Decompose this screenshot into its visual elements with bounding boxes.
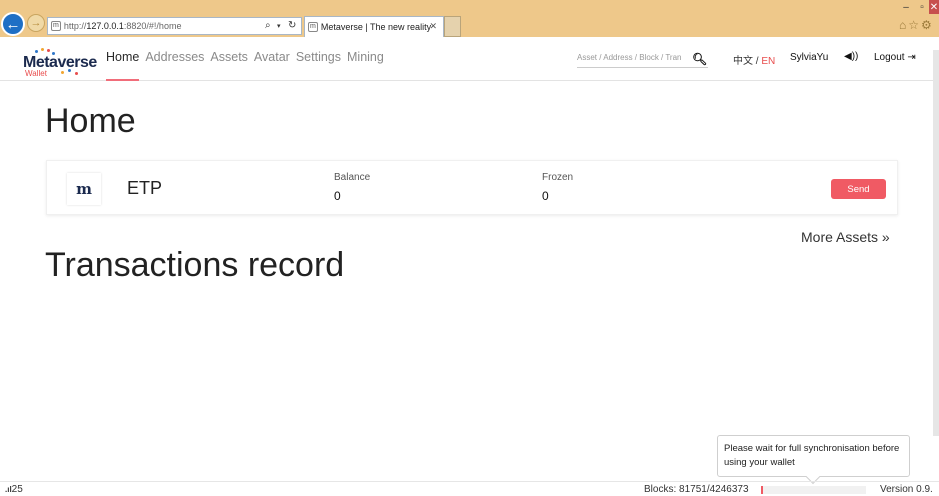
- block-height: Blocks: 81751/4246373: [644, 484, 749, 495]
- sound-icon[interactable]: ◀)): [844, 51, 858, 62]
- url-text[interactable]: http://127.0.0.1:8820/#!/home: [64, 21, 182, 31]
- search-icon[interactable]: 🔍︎: [692, 52, 707, 66]
- nav-home[interactable]: Home: [106, 50, 140, 81]
- nav-assets[interactable]: Assets: [210, 50, 248, 64]
- address-bar[interactable]: m http://127.0.0.1:8820/#!/home ⌕ ▾ ↻: [47, 17, 302, 35]
- more-assets-link[interactable]: More Assets »: [801, 229, 890, 245]
- refresh-icon[interactable]: ↻: [288, 20, 296, 31]
- close-window-icon[interactable]: ✕: [929, 0, 939, 14]
- page-title: Home: [45, 102, 136, 140]
- close-icon[interactable]: ✕: [429, 21, 437, 32]
- logo[interactable]: Metaverse Wallet: [23, 48, 97, 78]
- scrollbar[interactable]: [933, 50, 939, 436]
- logout-button[interactable]: Logout ⇥: [874, 52, 916, 63]
- peers-count: .ıl25: [5, 484, 23, 495]
- dropdown-icon[interactable]: ▾: [277, 22, 281, 30]
- signal-icon: .ıl: [5, 485, 12, 494]
- language-switch[interactable]: 中文 / EN: [733, 52, 775, 67]
- lang-zh[interactable]: 中文: [733, 56, 753, 67]
- gear-icon[interactable]: ⚙: [921, 18, 934, 32]
- transactions-title: Transactions record: [45, 246, 345, 284]
- nav-links: Home Addresses Assets Avatar Settings Mi…: [106, 50, 390, 81]
- lang-en[interactable]: EN: [761, 56, 775, 67]
- browser-chrome: ← → m http://127.0.0.1:8820/#!/home ⌕ ▾ …: [0, 0, 939, 37]
- logo-subtext: Wallet: [25, 69, 47, 78]
- browser-tab[interactable]: m Metaverse | The new reality ✕: [304, 16, 444, 37]
- sync-progress-bar: [761, 486, 866, 494]
- tab-favicon-icon: m: [308, 22, 318, 32]
- frozen-label: Frozen: [542, 172, 574, 183]
- balance-value: 0: [334, 189, 341, 203]
- nav-settings[interactable]: Settings: [296, 50, 341, 64]
- toolbar-icons: ⌂☆⚙: [899, 18, 934, 32]
- new-tab-button[interactable]: [444, 16, 461, 37]
- back-icon[interactable]: ←: [1, 12, 25, 36]
- sync-tooltip: Please wait for full synchronisation bef…: [717, 435, 910, 477]
- forward-icon[interactable]: →: [27, 14, 45, 32]
- nav-mining[interactable]: Mining: [347, 50, 384, 64]
- search-input[interactable]: Asset / Address / Block / Tran: [577, 53, 708, 68]
- star-icon[interactable]: ☆: [908, 18, 921, 32]
- nav-avatar[interactable]: Avatar: [254, 50, 290, 64]
- logout-icon: ⇥: [907, 52, 916, 63]
- etp-logo-icon: m: [67, 173, 101, 205]
- favicon-icon: m: [51, 21, 61, 31]
- nav-addresses[interactable]: Addresses: [145, 50, 204, 64]
- asset-name: ETP: [127, 178, 163, 198]
- balance-label: Balance: [334, 172, 371, 183]
- version-label: Version 0.9.: [880, 484, 933, 495]
- status-bar: .ıl25 Blocks: 81751/4246373 Version 0.9.: [0, 481, 939, 496]
- search-icon[interactable]: ⌕: [265, 20, 271, 31]
- sync-progress-fill: [761, 486, 764, 494]
- send-button[interactable]: Send: [831, 179, 886, 199]
- tab-title: Metaverse | The new reality: [320, 22, 432, 32]
- frozen-value: 0: [542, 189, 549, 203]
- asset-card: m ETP Balance 0 Frozen 0 Send: [46, 160, 898, 215]
- app-navbar: Metaverse Wallet Home Addresses Assets A…: [0, 37, 939, 81]
- username[interactable]: SylviaYu: [790, 52, 828, 63]
- home-icon[interactable]: ⌂: [899, 18, 908, 32]
